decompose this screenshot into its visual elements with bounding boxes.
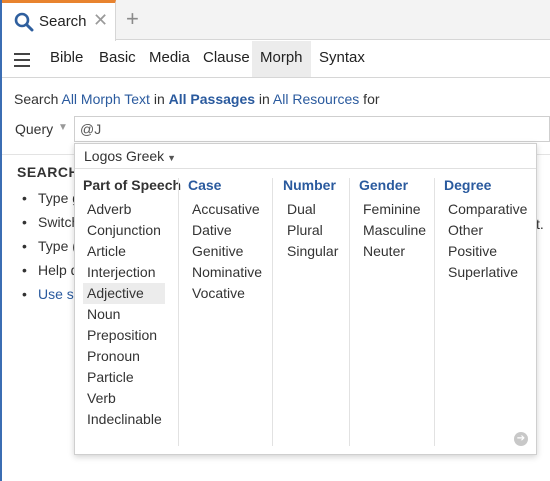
column-gender: Gender Feminine Masculine Neuter: [359, 177, 426, 262]
tab-media[interactable]: Media: [141, 41, 198, 77]
column-divider: [272, 178, 273, 446]
morph-option-noun[interactable]: Noun: [83, 304, 181, 325]
morph-option-comparative[interactable]: Comparative: [444, 199, 527, 220]
tab-basic[interactable]: Basic: [91, 41, 144, 77]
help-item-link[interactable]: Use se: [22, 286, 82, 310]
morph-option-interjection[interactable]: Interjection: [83, 262, 181, 283]
query-label[interactable]: Query: [15, 121, 53, 137]
column-divider: [434, 178, 435, 446]
morph-option-dual[interactable]: Dual: [283, 199, 338, 220]
morph-option-conjunction[interactable]: Conjunction: [83, 220, 181, 241]
help-list: Type g Switch Type ( Help d Use se: [22, 190, 82, 310]
tab-clause[interactable]: Clause: [195, 41, 258, 77]
morph-option-dative[interactable]: Dative: [188, 220, 262, 241]
close-icon[interactable]: ✕: [93, 10, 108, 31]
scope-text: in: [149, 91, 169, 107]
help-item: Help d: [22, 262, 82, 286]
tab-label: Search: [39, 13, 87, 30]
morph-option-pronoun[interactable]: Pronoun: [83, 346, 181, 367]
column-divider: [349, 178, 350, 446]
help-item: Switch: [22, 214, 82, 238]
chevron-down-icon: ▼: [167, 153, 177, 163]
morph-option-article[interactable]: Article: [83, 241, 181, 262]
divider: [75, 168, 536, 169]
column-heading: Case: [188, 177, 222, 193]
column-heading: Degree: [444, 177, 492, 193]
morph-option-superlative[interactable]: Superlative: [444, 262, 527, 283]
help-text-tail: t.: [536, 216, 544, 232]
column-heading: Part of Speech: [83, 177, 182, 193]
scope-resources-link[interactable]: All Resources: [273, 91, 359, 107]
morph-option-genitive[interactable]: Genitive: [188, 241, 262, 262]
arrow-right-icon[interactable]: ➔: [514, 432, 528, 446]
morph-option-particle[interactable]: Particle: [83, 367, 181, 388]
menu-icon[interactable]: [14, 53, 30, 67]
scope-text: in: [255, 91, 273, 107]
search-scope: Search All Morph Text in All Passages in…: [14, 91, 380, 107]
language-selector[interactable]: Logos Greek ▼: [84, 148, 176, 164]
search-icon: [14, 12, 34, 32]
morph-option-neuter[interactable]: Neuter: [359, 241, 426, 262]
column-case: Case Accusative Dative Genitive Nominati…: [188, 177, 262, 304]
morph-option-singular[interactable]: Singular: [283, 241, 338, 262]
scope-morph-text-link[interactable]: All Morph Text: [61, 91, 149, 107]
query-input[interactable]: [74, 116, 550, 142]
morph-picker-dropdown: Logos Greek ▼ Part of Speech Adverb Conju…: [74, 143, 537, 455]
language-label: Logos Greek: [84, 148, 165, 164]
scope-passages-link[interactable]: All Passages: [169, 91, 255, 107]
column-degree: Degree Comparative Other Positive Superl…: [444, 177, 527, 283]
morph-option-vocative[interactable]: Vocative: [188, 283, 262, 304]
morph-option-nominative[interactable]: Nominative: [188, 262, 262, 283]
morph-option-verb[interactable]: Verb: [83, 388, 181, 409]
morph-option-masculine[interactable]: Masculine: [359, 220, 426, 241]
column-number: Number Dual Plural Singular: [283, 177, 338, 262]
tab-morph[interactable]: Morph: [252, 41, 311, 77]
morph-option-accusative[interactable]: Accusative: [188, 199, 262, 220]
tab-syntax[interactable]: Syntax: [311, 41, 373, 77]
scope-text: for: [359, 91, 380, 107]
chevron-down-icon[interactable]: ▼: [58, 122, 68, 133]
search-help-heading: SEARCH: [17, 164, 80, 180]
help-item: Type g: [22, 190, 82, 214]
search-type-bar: Bible Basic Media Clause Morph Syntax: [2, 41, 550, 78]
morph-option-plural[interactable]: Plural: [283, 220, 338, 241]
add-tab-icon[interactable]: +: [126, 6, 139, 32]
column-heading: Number: [283, 177, 336, 193]
tab-bible[interactable]: Bible: [42, 41, 91, 77]
morph-option-adverb[interactable]: Adverb: [83, 199, 181, 220]
morph-option-other[interactable]: Other: [444, 220, 527, 241]
tab-search[interactable]: Search ✕: [2, 0, 116, 41]
help-item: Type (: [22, 238, 82, 262]
tab-bar: Search ✕ +: [0, 0, 550, 481]
morph-option-positive[interactable]: Positive: [444, 241, 527, 262]
morph-option-feminine[interactable]: Feminine: [359, 199, 426, 220]
column-part-of-speech: Part of Speech Adverb Conjunction Articl…: [83, 177, 181, 430]
scope-text: Search: [14, 91, 62, 107]
column-heading: Gender: [359, 177, 409, 193]
morph-option-indeclinable[interactable]: Indeclinable: [83, 409, 181, 430]
morph-option-preposition[interactable]: Preposition: [83, 325, 181, 346]
morph-option-adjective[interactable]: Adjective: [83, 283, 165, 304]
column-divider: [178, 178, 179, 446]
